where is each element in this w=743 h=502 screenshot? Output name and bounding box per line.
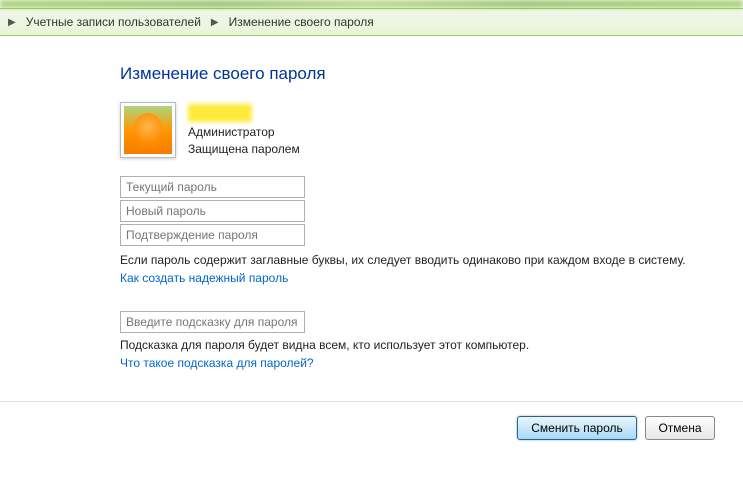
chevron-right-icon: ▶ [8,17,16,28]
confirm-password-input[interactable] [120,224,305,246]
password-fields [120,176,743,246]
change-password-button[interactable]: Сменить пароль [517,416,637,440]
page-title: Изменение своего пароля [120,64,743,84]
chevron-right-icon: ▶ [211,17,219,28]
caps-note: Если пароль содержит заглавные буквы, их… [120,252,743,269]
user-status: Защищена паролем [188,141,300,158]
footer-buttons: Сменить пароль Отмена [0,401,743,440]
user-role: Администратор [188,124,300,141]
flower-icon [124,106,172,154]
breadcrumb-item-change-password[interactable]: Изменение своего пароля [225,13,378,31]
user-block: Виктор Администратор Защищена паролем [120,102,743,158]
user-info: Виктор Администратор Защищена паролем [188,102,300,158]
cancel-button[interactable]: Отмена [645,416,715,440]
breadcrumb-item-accounts[interactable]: Учетные записи пользователей [22,13,205,31]
main-content: Изменение своего пароля Виктор Администр… [0,36,743,384]
avatar [120,102,176,158]
user-name-redacted: Виктор [188,104,252,122]
window-header-blur [0,0,743,8]
new-password-input[interactable] [120,200,305,222]
strong-password-link[interactable]: Как создать надежный пароль [120,271,288,285]
hint-note: Подсказка для пароля будет видна всем, к… [120,337,743,354]
hint-help-link[interactable]: Что такое подсказка для паролей? [120,356,314,370]
breadcrumb: ▶ Учетные записи пользователей ▶ Изменен… [0,8,743,36]
password-hint-input[interactable] [120,311,305,333]
current-password-input[interactable] [120,176,305,198]
